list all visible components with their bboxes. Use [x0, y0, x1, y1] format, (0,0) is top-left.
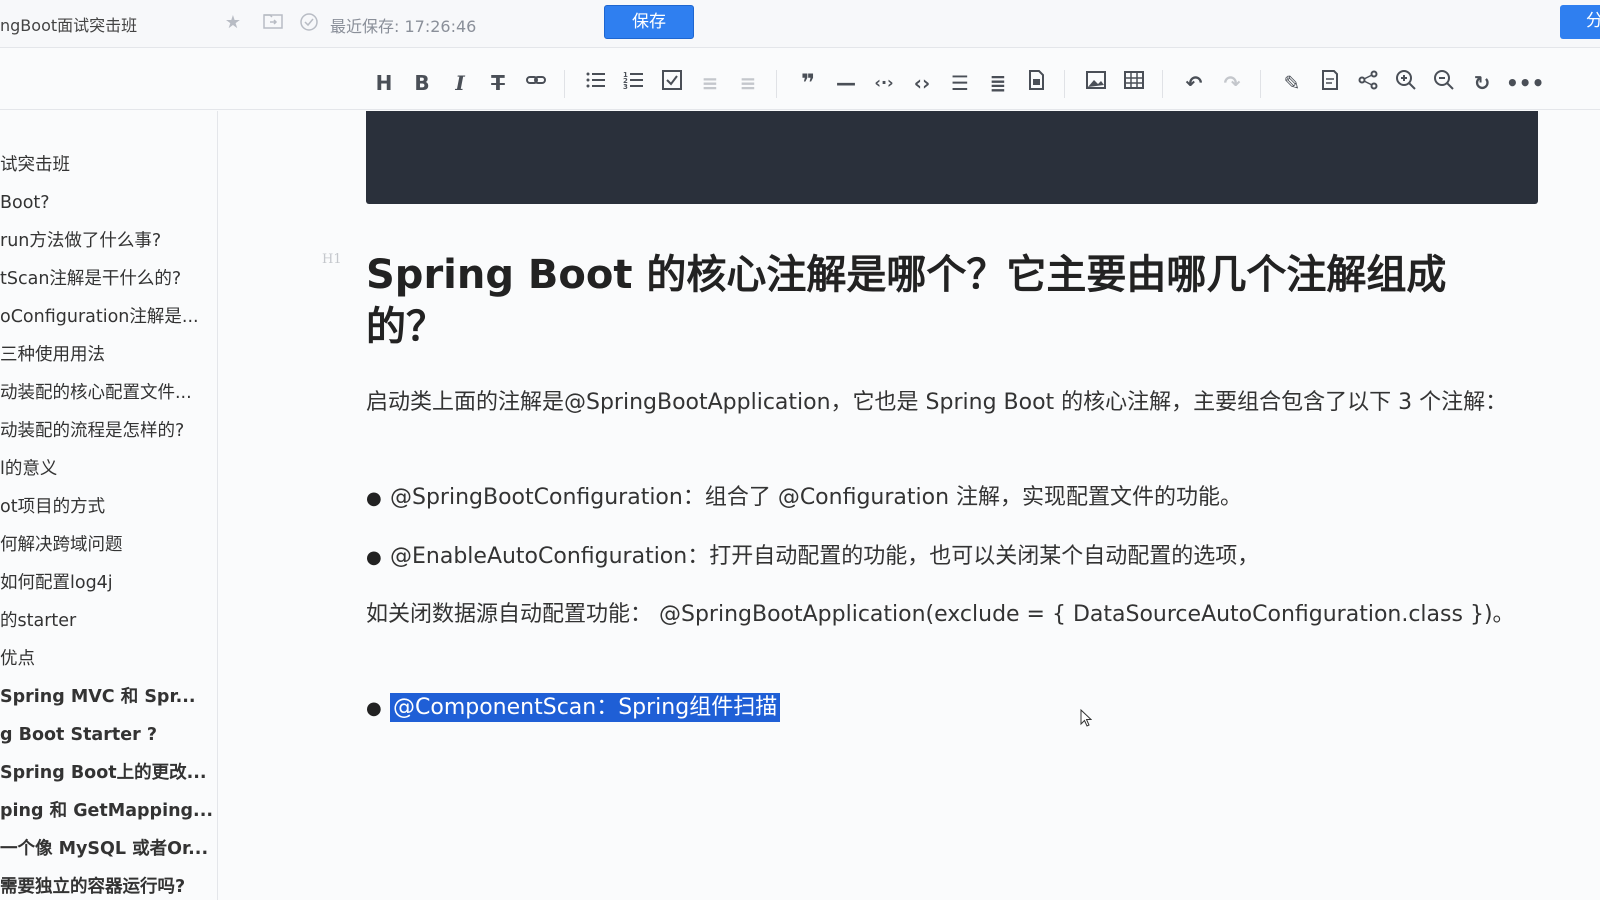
- sidebar-item[interactable]: run方法做了什么事?: [0, 227, 212, 255]
- sidebar-item[interactable]: 一个像 MySQL 或者Or...: [0, 835, 212, 863]
- format-icon[interactable]: ≣: [984, 69, 1012, 97]
- zoom-in-icon[interactable]: [1392, 69, 1420, 97]
- sidebar-item[interactable]: oConfiguration注解是...: [0, 303, 212, 331]
- sidebar-item[interactable]: Spring Boot上的更改...: [0, 759, 212, 787]
- sidebar-item[interactable]: 试突击班: [0, 151, 212, 179]
- more-icon[interactable]: •••: [1506, 69, 1544, 97]
- editor-content[interactable]: H1 Spring Boot 的核心注解是哪个？它主要由哪几个注解组成的？ 启动…: [218, 111, 1600, 900]
- code-block-icon[interactable]: ‹›: [908, 69, 936, 97]
- ordered-list-icon[interactable]: 123: [620, 69, 648, 97]
- sidebar-item[interactable]: 三种使用用法: [0, 341, 212, 369]
- quote-icon[interactable]: ❞: [794, 69, 822, 97]
- attachment-icon[interactable]: [1022, 69, 1050, 97]
- outline-sidebar: 试突击班 Boot? run方法做了什么事? tScan注解是干什么的? oCo…: [0, 111, 218, 900]
- code-block[interactable]: [366, 111, 1538, 204]
- intro-paragraph[interactable]: 启动类上面的注解是@SpringBootApplication，它也是 Spri…: [366, 384, 1546, 421]
- editor-toolbar: H B I T 123 ≡ ≡ ❞ — ‹·› ‹› ☰ ≣ ↶ ↷ ✎ ↻ •…: [0, 56, 1600, 110]
- indent-icon[interactable]: ≡: [696, 69, 724, 97]
- sidebar-item[interactable]: 动装配的核心配置文件...: [0, 379, 212, 407]
- task-list-icon[interactable]: [658, 69, 686, 97]
- sidebar-item[interactable]: tScan注解是干什么的?: [0, 265, 212, 293]
- page-heading[interactable]: Spring Boot 的核心注解是哪个？它主要由哪几个注解组成的？: [366, 249, 1496, 353]
- zoom-out-icon[interactable]: [1430, 69, 1458, 97]
- edit-pencil-icon[interactable]: ✎: [1278, 69, 1306, 97]
- sidebar-item[interactable]: 何解决跨域问题: [0, 531, 212, 559]
- bullet-icon: ●: [366, 488, 382, 509]
- bullet-icon: ●: [366, 698, 382, 719]
- redo-icon[interactable]: ↷: [1218, 69, 1246, 97]
- italic-icon[interactable]: I: [446, 69, 474, 97]
- list-item[interactable]: ● @ComponentScan：Spring组件扫描: [366, 689, 1546, 727]
- list-item[interactable]: ● @EnableAutoConfiguration：打开自动配置的功能，也可以关…: [366, 538, 1546, 576]
- move-folder-icon[interactable]: [262, 12, 284, 34]
- sidebar-item[interactable]: 优点: [0, 645, 212, 673]
- preview-icon[interactable]: [1316, 69, 1344, 97]
- h1-marker: H1: [322, 252, 342, 267]
- toc-icon[interactable]: ☰: [946, 69, 974, 97]
- image-icon[interactable]: [1082, 69, 1110, 97]
- selected-text: @ComponentScan：Spring组件扫描: [390, 693, 781, 722]
- sidebar-item[interactable]: l的意义: [0, 455, 212, 483]
- sidebar-item[interactable]: 的starter: [0, 607, 212, 635]
- heading-icon[interactable]: H: [370, 69, 398, 97]
- outdent-icon[interactable]: ≡: [734, 69, 762, 97]
- list-item[interactable]: ● @SpringBootConfiguration：组合了 @Configura…: [366, 479, 1546, 517]
- save-button[interactable]: 保存: [604, 5, 694, 39]
- saved-check-icon: [298, 12, 320, 34]
- refresh-icon[interactable]: ↻: [1468, 69, 1496, 97]
- bold-icon[interactable]: B: [408, 69, 436, 97]
- note-paragraph[interactable]: 如关闭数据源自动配置功能： @SpringBootApplication(exc…: [366, 596, 1546, 633]
- mouse-cursor-icon: [1080, 709, 1092, 727]
- sidebar-item[interactable]: 动装配的流程是怎样的?: [0, 417, 212, 445]
- sidebar-item[interactable]: ping 和 GetMapping...: [0, 797, 212, 825]
- star-icon[interactable]: ★: [222, 12, 244, 34]
- sidebar-item[interactable]: Spring MVC 和 Spr...: [0, 683, 212, 711]
- horizontal-rule-icon[interactable]: —: [832, 69, 860, 97]
- sidebar-item[interactable]: Boot?: [0, 189, 212, 217]
- sidebar-item[interactable]: g Boot Starter ?: [0, 721, 212, 749]
- inline-code-icon[interactable]: ‹·›: [870, 69, 898, 97]
- share-button[interactable]: 分: [1560, 5, 1600, 39]
- save-status: 最近保存: 17:26:46: [330, 17, 477, 36]
- strikethrough-icon[interactable]: T: [484, 69, 512, 97]
- svg-text:3: 3: [623, 83, 628, 91]
- sidebar-item[interactable]: 需要独立的容器运行吗?: [0, 873, 212, 900]
- undo-icon[interactable]: ↶: [1180, 69, 1208, 97]
- bullet-list-icon[interactable]: [582, 69, 610, 97]
- top-bar: ngBoot面试突击班 ★ 最近保存: 17:26:46 保存 分: [0, 0, 1600, 48]
- mindmap-icon[interactable]: [1354, 69, 1382, 97]
- table-icon[interactable]: [1120, 69, 1148, 97]
- link-icon[interactable]: [522, 69, 550, 97]
- sidebar-item[interactable]: 如何配置log4j: [0, 569, 212, 597]
- document-title[interactable]: ngBoot面试突击班: [0, 12, 137, 36]
- sidebar-item[interactable]: ot项目的方式: [0, 493, 212, 521]
- bullet-icon: ●: [366, 547, 382, 568]
